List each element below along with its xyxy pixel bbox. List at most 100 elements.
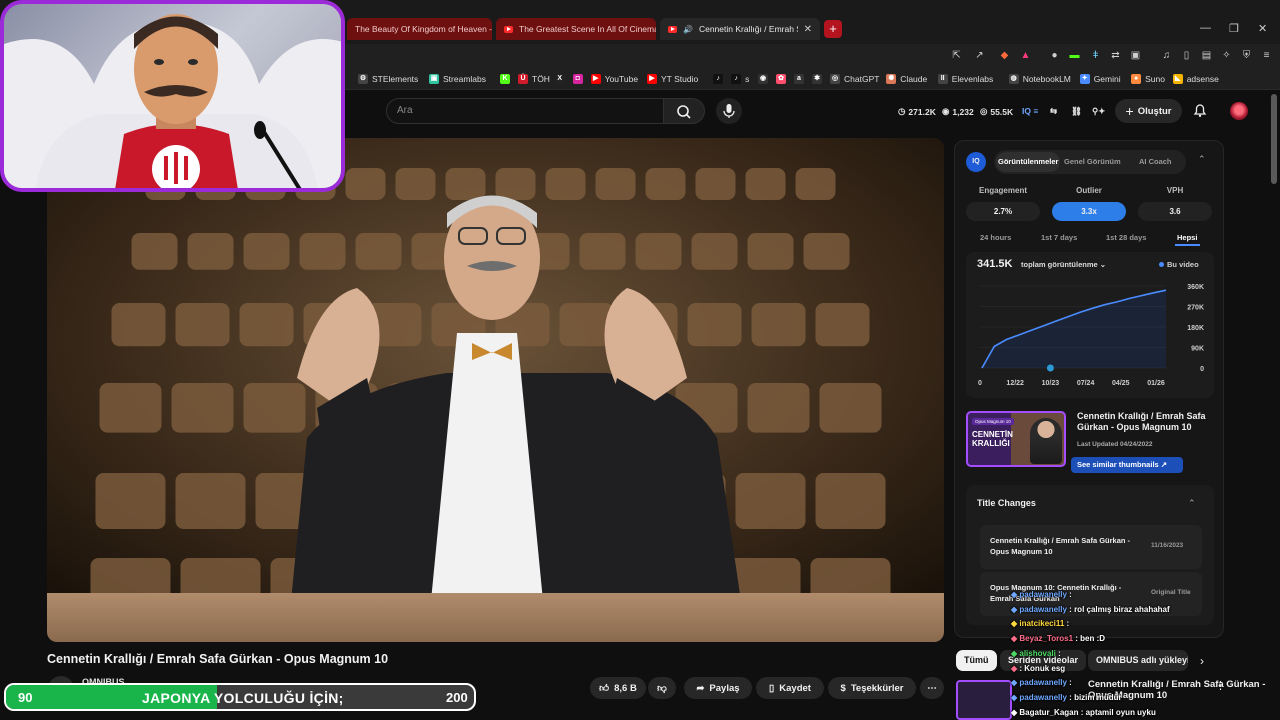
bookmark-item[interactable]: II Elevenlabs: [937, 72, 993, 86]
x-tick-label: 01/26: [1147, 380, 1165, 387]
brave-shield-icon[interactable]: ◆: [998, 49, 1011, 62]
translate-icon[interactable]: ⇆: [1050, 106, 1057, 117]
menu-icon[interactable]: ≡: [1260, 49, 1273, 62]
share-icon[interactable]: ↗: [973, 49, 986, 62]
close-icon[interactable]: ✕: [804, 24, 812, 35]
chip-all[interactable]: Tümü: [956, 650, 997, 671]
extension-icon[interactable]: ǂ: [1089, 49, 1102, 62]
tab-views[interactable]: Görüntülenmeler: [998, 157, 1058, 166]
user-avatar[interactable]: [1230, 102, 1248, 120]
theater-seat: [243, 233, 290, 270]
thumbnail-text: CENNETİN KRALLIĞI: [972, 430, 1013, 448]
recommended-thumbnail[interactable]: [956, 680, 1012, 720]
tab-ai-coach[interactable]: AI Coach: [1139, 157, 1172, 166]
bookmark-item[interactable]: ⚙ STElements: [358, 72, 418, 86]
bookmark-item[interactable]: ♪: [713, 72, 724, 86]
collapse-icon[interactable]: ⌃: [1198, 154, 1206, 165]
search-button[interactable]: [663, 98, 705, 124]
like-button[interactable]: 👍︎ 8,6 B: [590, 677, 646, 699]
chart-upload-marker[interactable]: [1046, 364, 1054, 372]
outlier-value: 3.3x: [1052, 202, 1126, 221]
video-frame: [47, 138, 944, 642]
bookmark-item[interactable]: K: [500, 72, 510, 86]
voice-search-button[interactable]: [716, 98, 742, 124]
bookmark-item[interactable]: ◎ ChatGPT: [830, 72, 879, 86]
dislike-button[interactable]: 👎︎: [648, 677, 676, 699]
brave-rewards-icon[interactable]: ▲: [1019, 49, 1032, 62]
bookmark-item[interactable]: ◣ adsense: [1172, 72, 1219, 86]
bookmark-item[interactable]: a: [794, 72, 804, 86]
new-tab-button[interactable]: +: [824, 20, 842, 38]
save-button[interactable]: ▯ Kaydet: [756, 677, 824, 699]
chat-text: : Konuk esg: [1019, 663, 1066, 673]
bookmark-item[interactable]: Ü TÖH: [518, 72, 550, 86]
share-button[interactable]: ➦ Paylaş: [684, 677, 752, 699]
range-24h[interactable]: 24 hours: [980, 233, 1011, 242]
links-icon[interactable]: ⛓: [1071, 106, 1082, 117]
bookmark-item[interactable]: ♪ s: [731, 72, 749, 86]
x-tick-label: 12/22: [1006, 380, 1024, 387]
browser-tab-active[interactable]: 🔊 Cennetin Krallığı / Emrah Safa ✕: [660, 18, 820, 40]
bookmark-item[interactable]: ▣ Streamlabs: [429, 72, 486, 86]
tab-overview[interactable]: Genel Görünüm: [1064, 157, 1121, 166]
theater-seat: [175, 303, 230, 347]
maximize-icon[interactable]: ❐: [1229, 22, 1239, 35]
total-views-dropdown[interactable]: toplam görüntülenme ⌄: [1021, 260, 1106, 269]
ai-sparkle-icon[interactable]: ⚲✦: [1092, 106, 1105, 117]
range-7d[interactable]: 1st 7 days: [1041, 233, 1077, 242]
more-actions-button[interactable]: ⋯: [920, 677, 944, 699]
bookmark-item[interactable]: ✱: [812, 72, 822, 86]
browser-tab[interactable]: The Greatest Scene In All Of Cinema: [496, 18, 656, 40]
extension-icon[interactable]: ▬: [1068, 49, 1081, 62]
extension-icon[interactable]: ▣: [1129, 49, 1142, 62]
ai-icon[interactable]: ✧: [1220, 49, 1233, 62]
browser-tab[interactable]: The Beauty Of Kingdom of Heaven -: [347, 18, 492, 40]
x-icon: X: [554, 74, 565, 84]
chat-text: : bizim müdür: [1066, 692, 1122, 702]
iq-icon[interactable]: IQ ≡: [1022, 106, 1038, 116]
similar-thumbnails-button[interactable]: See similar thumbnails ↗: [1071, 457, 1183, 473]
bookmark-item[interactable]: ● Suno: [1131, 72, 1165, 86]
theater-seat: [747, 233, 794, 270]
chat-message: ◆ Beyaz_Toros1 : ben :D: [1011, 634, 1105, 643]
collapse-icon[interactable]: ⌃: [1188, 498, 1196, 509]
bookmark-label: Streamlabs: [443, 74, 486, 84]
chat-username: padawanelly: [1019, 604, 1067, 614]
bookmark-item[interactable]: X: [554, 72, 565, 86]
sidebar-icon[interactable]: ▯: [1180, 49, 1193, 62]
elevenlabs-icon: II: [937, 74, 948, 84]
bookmark-item[interactable]: ◍ NotebookLM: [1008, 72, 1071, 86]
chat-message: ◆ Bagatur_Kagan : aptamil oyun uyku: [1011, 708, 1156, 717]
vpn-icon[interactable]: ⛨: [1240, 49, 1253, 62]
music-icon[interactable]: ♫: [1160, 49, 1173, 62]
create-button[interactable]: + Oluştur: [1115, 99, 1182, 123]
video-player[interactable]: [47, 138, 944, 642]
notifications-bell-icon[interactable]: [1192, 102, 1208, 118]
wallet-icon[interactable]: ▤: [1200, 49, 1213, 62]
search-input[interactable]: Ara: [386, 98, 664, 124]
open-external-icon[interactable]: ⇱: [950, 49, 963, 62]
y-tick-label: 360K: [1187, 284, 1204, 291]
thanks-button[interactable]: $ Teşekkürler: [828, 677, 916, 699]
more-icon[interactable]: ⋮: [1215, 679, 1226, 692]
adsense-icon: ◣: [1172, 74, 1183, 84]
bookmark-item[interactable]: ▶ YouTube: [590, 72, 638, 86]
extension-icon[interactable]: ●: [1048, 49, 1061, 62]
chevron-right-icon[interactable]: ›: [1200, 654, 1204, 668]
tab-title: The Greatest Scene In All Of Cinema: [519, 24, 656, 34]
bookmark-item[interactable]: ◘: [572, 72, 583, 86]
bookmark-item[interactable]: ✦ Gemini: [1079, 72, 1121, 86]
bookmark-item[interactable]: ✿: [776, 72, 786, 86]
range-28d[interactable]: 1st 28 days: [1106, 233, 1146, 242]
page-scrollbar[interactable]: [1271, 94, 1277, 184]
range-all[interactable]: Hepsi: [1177, 233, 1197, 242]
bookmark-item[interactable]: ◉: [758, 72, 768, 86]
bookmark-item[interactable]: ▶ YT Studio: [647, 72, 698, 86]
theater-seat: [111, 303, 166, 347]
bookmark-item[interactable]: ✺ Claude: [886, 72, 927, 86]
window-close-icon[interactable]: ✕: [1258, 22, 1267, 35]
extension-icon[interactable]: ⇄: [1109, 49, 1122, 62]
amazon-icon: a: [794, 74, 804, 84]
minimize-icon[interactable]: —: [1200, 22, 1211, 34]
chip-uploader[interactable]: OMNIBUS adlı yükleyiciden: [1088, 650, 1188, 671]
